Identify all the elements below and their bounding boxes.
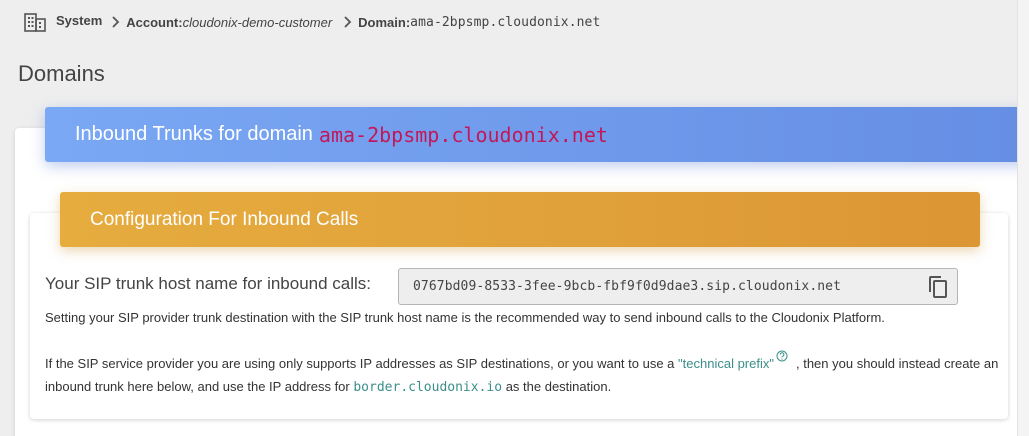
- page-title: Domains: [18, 61, 105, 86]
- sip-host-value[interactable]: 0767bd09-8533-3fee-9bcb-fbf9f0d9dae3.sip…: [413, 279, 841, 294]
- vertical-scrollbar[interactable]: [1017, 0, 1029, 436]
- breadcrumb-domain-key: Domain:: [358, 14, 411, 30]
- help-icon[interactable]: [776, 346, 788, 362]
- inbound-trunks-header: Inbound Trunks for domain ama-2bpsmp.clo…: [45, 107, 1029, 162]
- breadcrumb-account-key: Account:: [126, 14, 183, 30]
- inbound-config-title: Configuration For Inbound Calls: [90, 208, 359, 230]
- chevron-right-icon: [344, 15, 354, 29]
- building-icon[interactable]: [24, 11, 46, 33]
- inbound-trunks-title: Inbound Trunks for domain: [75, 123, 313, 145]
- sip-host-label: Your SIP trunk host name for inbound cal…: [45, 274, 372, 293]
- copy-icon[interactable]: [927, 275, 949, 299]
- ip-destination-description: If the SIP service provider you are usin…: [45, 346, 1005, 399]
- description-text: as the destination.: [502, 379, 612, 394]
- chevron-right-icon: [112, 15, 122, 29]
- breadcrumb-domain[interactable]: ama-2bpsmp.cloudonix.net: [410, 15, 600, 30]
- sip-host-description: Setting your SIP provider trunk destinat…: [45, 310, 885, 325]
- breadcrumb: System Account: cloudonix-demo-customer …: [24, 10, 600, 34]
- inbound-config-header: Configuration For Inbound Calls: [60, 192, 980, 247]
- sip-host-field[interactable]: 0767bd09-8533-3fee-9bcb-fbf9f0d9dae3.sip…: [398, 268, 958, 305]
- description-text: If the SIP service provider you are usin…: [45, 356, 679, 371]
- border-host-code: border.cloudonix.io: [353, 380, 503, 395]
- inbound-trunks-domain: ama-2bpsmp.cloudonix.net: [318, 122, 608, 147]
- technical-prefix-link[interactable]: "technical prefix": [678, 356, 774, 371]
- breadcrumb-system[interactable]: System: [56, 13, 102, 28]
- breadcrumb-account[interactable]: cloudonix-demo-customer: [183, 15, 333, 30]
